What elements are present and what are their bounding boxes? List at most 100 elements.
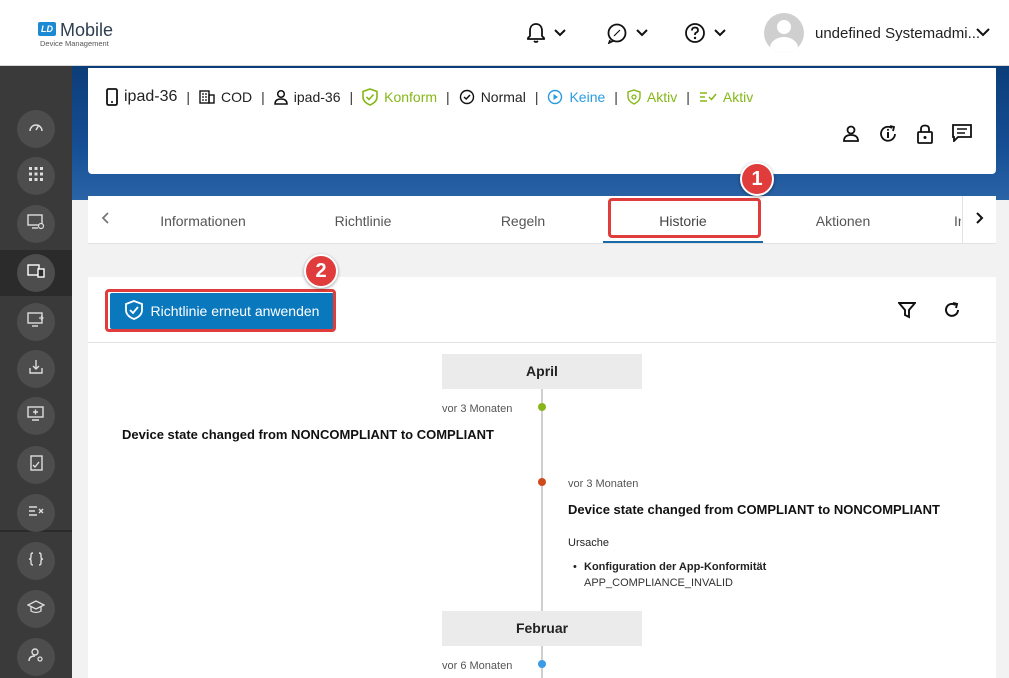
timeline-dot <box>538 403 546 411</box>
devices-icon <box>27 263 45 283</box>
chevron-down-icon <box>714 29 726 37</box>
separator: | <box>686 89 690 105</box>
user-name[interactable]: undefined Systemadmi... <box>815 25 980 42</box>
rules-status: Aktiv <box>722 89 754 105</box>
app-status: Keine <box>569 89 606 105</box>
device-actions <box>842 124 972 144</box>
download-box-icon <box>28 359 44 380</box>
phone-icon <box>106 88 118 106</box>
avatar[interactable] <box>764 13 804 53</box>
grid-icon <box>29 166 43 186</box>
event-title: Device state changed from COMPLIANT to N… <box>568 502 940 517</box>
sidebar-item-mobile-devices[interactable] <box>17 254 55 292</box>
compliance-status: Konform <box>384 89 438 105</box>
logo-subtitle: Device Management <box>40 39 109 48</box>
braces-icon <box>28 551 44 571</box>
chevron-left-icon <box>101 211 109 229</box>
device-summary-card: ipad-36 | COD | ipad-36 | Konform | Norm… <box>88 68 996 174</box>
callout-badge: 1 <box>740 162 774 196</box>
check-circle-icon <box>459 89 475 105</box>
top-bar: LD Mobile Device Management undefined Sy… <box>0 0 1009 66</box>
tab-more[interactable]: In <box>923 196 961 243</box>
event-time: vor 3 Monaten <box>442 403 513 415</box>
chevron-down-icon[interactable] <box>976 24 990 42</box>
chevron-right-icon <box>975 211 984 229</box>
device-mode: Normal <box>480 89 526 105</box>
sidebar-item-deployment[interactable] <box>17 303 55 341</box>
lock-icon[interactable] <box>916 124 934 144</box>
history-panel: Richtlinie erneut anwenden April vor 3 M… <box>88 277 996 678</box>
gauge-icon <box>28 119 44 140</box>
device-tabs: Informationen Richtlinie Regeln Historie… <box>88 196 996 244</box>
rules-check-icon <box>699 90 717 104</box>
user-gear-icon <box>28 647 44 668</box>
chevron-down-icon <box>636 29 648 37</box>
event-cause-code: APP_COMPLIANCE_INVALID <box>584 577 733 589</box>
play-circle-icon <box>547 89 563 105</box>
separator: | <box>349 89 354 105</box>
user-icon[interactable] <box>842 124 860 144</box>
callout-badge: 2 <box>304 254 338 288</box>
info-refresh-icon[interactable] <box>878 124 898 144</box>
tabs-scroll-right[interactable] <box>962 196 996 243</box>
chat-compass-icon <box>606 22 628 44</box>
notifications-menu[interactable] <box>526 20 566 46</box>
bell-icon <box>526 22 546 44</box>
callout-highlight-reapply <box>105 289 336 332</box>
messages-menu[interactable] <box>606 20 648 46</box>
device-info-row: ipad-36 | COD | ipad-36 | Konform | Norm… <box>106 88 753 106</box>
checklist-icon <box>28 454 44 476</box>
tab-richtlinie[interactable]: Richtlinie <box>283 196 443 243</box>
shield-check-icon <box>362 88 378 106</box>
sidebar-item-user-settings[interactable] <box>17 638 55 676</box>
monitor-arrow-icon <box>27 311 45 333</box>
tab-informationen[interactable]: Informationen <box>123 196 283 243</box>
desktop-settings-icon <box>27 213 45 235</box>
timeline-dot <box>538 660 546 668</box>
sidebar-item-downloads[interactable] <box>17 350 55 388</box>
filter-icon[interactable] <box>898 301 916 319</box>
device-user: ipad-36 <box>293 89 341 105</box>
logo-title: Mobile <box>60 20 114 40</box>
shield-lock-icon <box>627 89 641 105</box>
callout-highlight-historie <box>608 198 761 238</box>
monitor-plus-icon <box>27 405 45 427</box>
message-icon[interactable] <box>952 124 972 144</box>
building-icon <box>199 90 215 104</box>
separator: | <box>534 89 539 105</box>
event-time: vor 6 Monaten <box>442 660 513 672</box>
separator: | <box>446 89 450 105</box>
sidebar-item-scripts[interactable] <box>17 542 55 580</box>
sidebar-item-compliance[interactable] <box>17 446 55 484</box>
sidebar-item-rules[interactable] <box>17 494 55 532</box>
help-icon <box>684 22 706 44</box>
protection-status: Aktiv <box>646 89 678 105</box>
sidebar <box>0 66 72 678</box>
timeline-month-header: Februar <box>442 611 642 646</box>
sidebar-item-apps[interactable] <box>17 157 55 195</box>
timeline-dot <box>538 478 546 486</box>
event-time: vor 3 Monaten <box>568 478 639 490</box>
tabs-scroll-left[interactable] <box>88 196 122 243</box>
sidebar-item-desktop-devices[interactable] <box>17 205 55 243</box>
person-icon <box>274 89 288 105</box>
tab-regeln[interactable]: Regeln <box>443 196 603 243</box>
separator: | <box>261 89 265 105</box>
bullet: • <box>573 561 577 573</box>
help-menu[interactable] <box>684 20 726 46</box>
event-title: Device state changed from NONCOMPLIANT t… <box>122 427 494 442</box>
device-ownership: COD <box>221 89 253 105</box>
separator: | <box>614 89 618 105</box>
timeline-month-header: April <box>442 354 642 389</box>
event-cause-title: Konfiguration der App-Konformität <box>584 561 767 573</box>
refresh-icon[interactable] <box>943 301 961 319</box>
sidebar-item-training[interactable] <box>17 590 55 628</box>
device-name: ipad-36 <box>124 88 178 105</box>
list-x-icon <box>28 504 44 523</box>
tab-aktionen[interactable]: Aktionen <box>763 196 923 243</box>
sidebar-item-dashboard[interactable] <box>17 110 55 148</box>
event-cause-label: Ursache <box>568 537 609 549</box>
separator: | <box>186 89 191 105</box>
sidebar-item-remote[interactable] <box>17 397 55 435</box>
logo-badge: LD <box>38 22 56 36</box>
